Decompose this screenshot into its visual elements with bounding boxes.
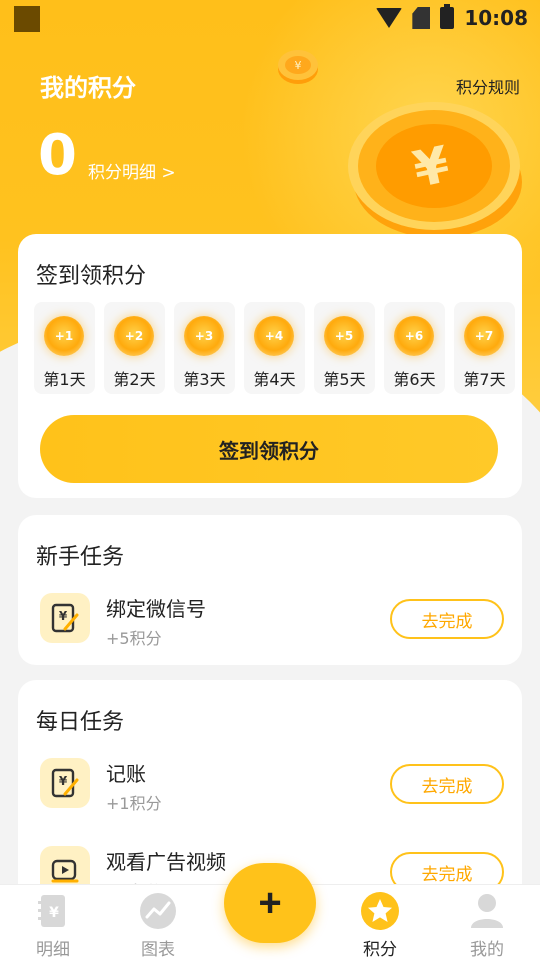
app-notification-icon (14, 6, 40, 32)
coin-icon: +3 (184, 316, 224, 356)
checkin-day: +4 第4天 (244, 302, 305, 394)
status-time: 10:08 (464, 6, 528, 30)
add-record-button[interactable]: + (224, 863, 316, 943)
battery-icon (440, 4, 455, 29)
complete-task-button[interactable]: 去完成 (390, 599, 504, 639)
svg-text:¥: ¥ (59, 609, 68, 623)
big-coin-icon: ¥ (348, 102, 522, 238)
checkin-day: +6 第6天 (384, 302, 445, 394)
checkin-button[interactable]: 签到领积分 (40, 415, 498, 483)
checkin-day: +3 第3天 (174, 302, 235, 394)
day-label: 第2天 (113, 370, 156, 389)
checkin-days: +1 第1天 +2 第2天 +3 第3天 +4 第4天 +5 第5天 +6 第6… (34, 302, 515, 394)
coin-icon: +7 (464, 316, 504, 356)
nav-label: 明细 (36, 940, 70, 960)
task-name: 绑定微信号 (106, 597, 206, 621)
checkin-day: +2 第2天 (104, 302, 165, 394)
coin-icon: +6 (394, 316, 434, 356)
newbie-tasks-title: 新手任务 (36, 545, 125, 570)
yuan-note-icon: ¥ (40, 758, 90, 808)
svg-text:¥: ¥ (295, 59, 302, 72)
nav-label: 我的 (470, 940, 504, 960)
nav-item-points[interactable]: 积分 (340, 891, 420, 960)
coin-icon: +2 (114, 316, 154, 356)
newbie-tasks-card: 新手任务 ¥ 绑定微信号 +5积分 去完成 (18, 515, 522, 665)
complete-task-button[interactable]: 去完成 (390, 764, 504, 804)
day-label: 第4天 (253, 370, 296, 389)
coin-icon: +5 (324, 316, 364, 356)
day-label: 第1天 (43, 370, 86, 389)
day-label: 第7天 (463, 370, 506, 389)
svg-text:¥: ¥ (59, 774, 68, 788)
svg-text:¥: ¥ (49, 905, 59, 921)
daily-tasks-title: 每日任务 (36, 710, 125, 735)
checkin-day: +5 第5天 (314, 302, 375, 394)
no-sim-icon (412, 7, 431, 29)
nav-item-mine[interactable]: 我的 (447, 891, 527, 960)
yuan-note-icon: ¥ (40, 593, 90, 643)
checkin-title: 签到领积分 (36, 264, 147, 289)
nav-label: 积分 (363, 940, 397, 960)
points-balance: 0 (38, 123, 77, 188)
status-bar: 10:08 (0, 0, 540, 36)
day-label: 第5天 (323, 370, 366, 389)
small-coin-icon: ¥ (278, 50, 318, 84)
coin-icon: +4 (254, 316, 294, 356)
coin-icon: +1 (44, 316, 84, 356)
nav-label: 图表 (141, 940, 175, 960)
ledger-icon: ¥ (33, 891, 73, 931)
chart-icon (138, 891, 178, 931)
task-reward: +1积分 (106, 794, 162, 813)
nav-item-detail[interactable]: ¥ 明细 (13, 891, 93, 960)
star-icon (360, 891, 400, 931)
task-name: 记账 (106, 762, 146, 786)
day-label: 第6天 (393, 370, 436, 389)
page-title: 我的积分 (40, 74, 136, 102)
checkin-day: +7 第7天 (454, 302, 515, 394)
checkin-card: 签到领积分 +1 第1天 +2 第2天 +3 第3天 +4 第4天 +5 第5天… (18, 234, 522, 498)
wifi-icon (376, 8, 403, 28)
task-name: 观看广告视频 (106, 850, 226, 874)
user-icon (467, 891, 507, 931)
checkin-day: +1 第1天 (34, 302, 95, 394)
nav-item-chart[interactable]: 图表 (118, 891, 198, 960)
task-reward: +5积分 (106, 629, 162, 648)
points-detail-link[interactable]: 积分明细 > (88, 158, 176, 183)
day-label: 第3天 (183, 370, 226, 389)
